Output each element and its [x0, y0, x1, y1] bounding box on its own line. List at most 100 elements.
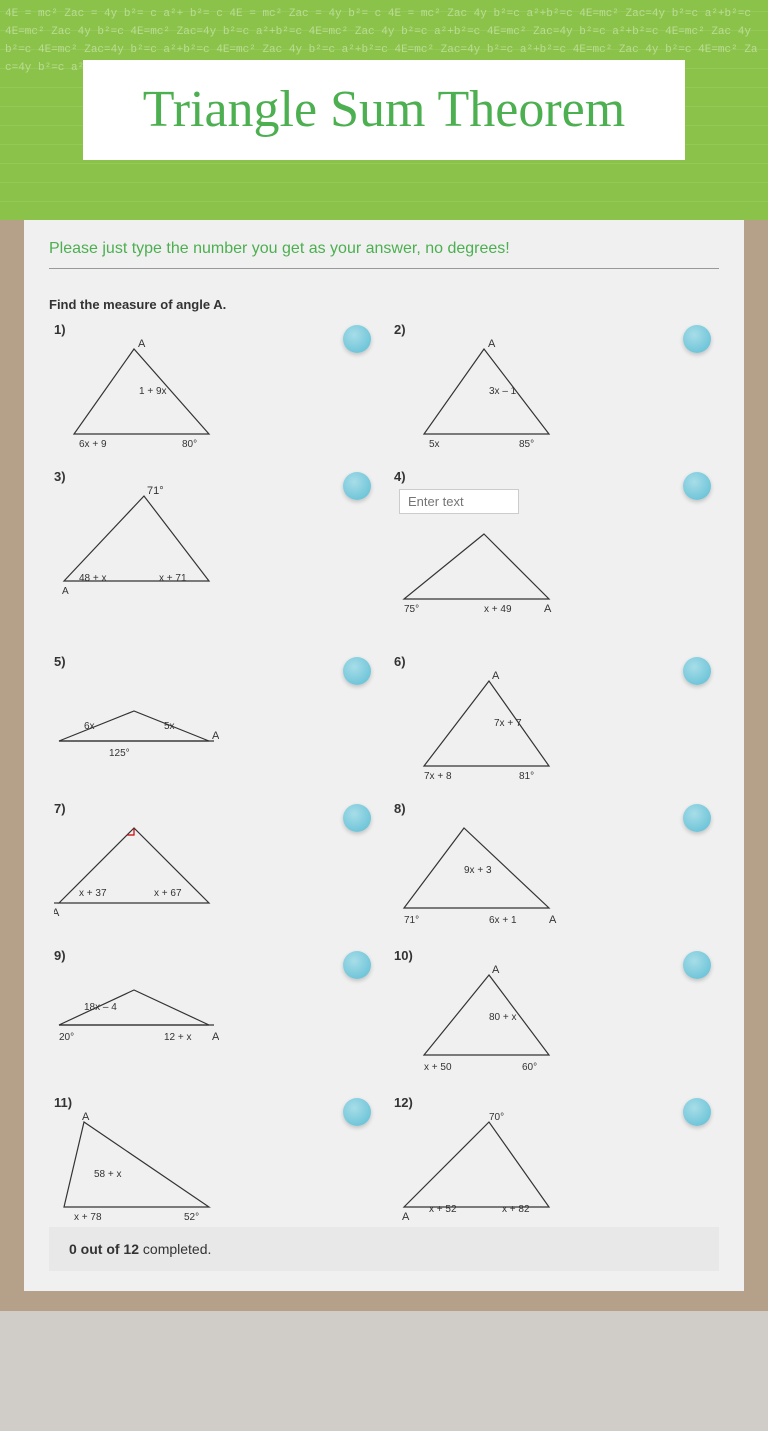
problem-7: 7) A x + 37 x + 67 [49, 796, 379, 933]
svg-text:6x + 1: 6x + 1 [489, 915, 517, 926]
problem-12-diagram: 70° A x + 52 x + 82 [394, 1112, 559, 1222]
problem-9: 9) A 18x – 4 20° 12 + x [49, 943, 379, 1080]
svg-text:18x – 4: 18x – 4 [84, 1002, 117, 1013]
bottom-area [0, 1311, 768, 1431]
problem-7-number: 7) [54, 801, 374, 816]
svg-text:70°: 70° [489, 1112, 504, 1123]
problem-2-diagram: A 3x – 1 5x 85° [394, 339, 554, 449]
svg-text:A: A [488, 339, 496, 350]
svg-text:60°: 60° [522, 1062, 537, 1073]
problem-3-diagram: 71° A 48 + x x + 71 [54, 486, 214, 596]
svg-text:125°: 125° [109, 748, 130, 759]
problem-1-diagram: A 1 + 9x 6x + 9 80° [54, 339, 214, 449]
svg-text:A: A [138, 339, 146, 350]
svg-text:71°: 71° [404, 915, 419, 926]
problem-10: 10) A 80 + x x + 50 60° [389, 943, 719, 1080]
svg-text:3x – 1: 3x – 1 [489, 386, 517, 397]
svg-text:80 + x: 80 + x [489, 1012, 517, 1023]
problem-9-diagram: A 18x – 4 20° 12 + x [54, 965, 219, 1055]
svg-text:A: A [402, 1211, 410, 1222]
problem-4-number: 4) [394, 469, 714, 484]
svg-text:x + 78: x + 78 [74, 1212, 102, 1222]
svg-text:52°: 52° [184, 1212, 199, 1222]
svg-text:6x + 9: 6x + 9 [79, 439, 107, 449]
svg-text:5x: 5x [429, 439, 440, 449]
svg-text:A: A [544, 603, 552, 615]
problem-1-answer-circle[interactable] [343, 325, 371, 353]
problem-12: 12) 70° A x + 52 x + 82 [389, 1090, 719, 1227]
svg-text:x + 50: x + 50 [424, 1062, 452, 1073]
svg-text:A: A [492, 671, 500, 682]
problems-grid: 1) A 1 + 9x 6x + 9 80° 2) A 3x – 1 5x 85… [49, 317, 719, 1227]
instructions-text: Please just type the number you get as y… [49, 240, 719, 258]
svg-text:7x + 8: 7x + 8 [424, 771, 452, 781]
problem-8-answer-circle[interactable] [683, 804, 711, 832]
page-title: Triangle Sum Theorem [143, 80, 625, 140]
problem-11: 11) A 58 + x x + 78 52° [49, 1090, 379, 1227]
svg-text:71°: 71° [147, 486, 164, 497]
svg-text:80°: 80° [182, 439, 197, 449]
problem-12-answer-circle[interactable] [683, 1098, 711, 1126]
svg-text:x + 82: x + 82 [502, 1204, 530, 1215]
problem-6-number: 6) [394, 654, 714, 669]
problem-6: 6) A 7x + 7 7x + 8 81° [389, 649, 719, 786]
progress-section: 0 out of 12 completed. [49, 1227, 719, 1271]
problem-8-number: 8) [394, 801, 714, 816]
svg-text:85°: 85° [519, 439, 534, 449]
svg-text:1 + 9x: 1 + 9x [139, 386, 167, 397]
problem-5-diagram: A 6x 5x 125° [54, 671, 219, 781]
problem-3-answer-circle[interactable] [343, 472, 371, 500]
svg-text:A: A [82, 1112, 90, 1123]
math-background: Triangle Sum Theorem [0, 0, 768, 220]
problem-6-answer-circle[interactable] [683, 657, 711, 685]
svg-text:A: A [212, 1031, 219, 1043]
main-content: Please just type the number you get as y… [24, 220, 744, 1291]
problem-1-number: 1) [54, 322, 374, 337]
svg-text:x + 37: x + 37 [79, 888, 107, 899]
find-label: Find the measure of angle A. [49, 297, 719, 312]
problem-10-diagram: A 80 + x x + 50 60° [394, 965, 554, 1075]
problem-8-diagram: 9x + 3 71° 6x + 1 A [394, 818, 559, 928]
problem-5-number: 5) [54, 654, 374, 669]
problem-5-answer-circle[interactable] [343, 657, 371, 685]
problem-10-answer-circle[interactable] [683, 951, 711, 979]
svg-text:81°: 81° [519, 771, 534, 781]
problem-8: 8) 9x + 3 71° 6x + 1 A [389, 796, 719, 933]
problem-11-number: 11) [54, 1095, 374, 1110]
problem-7-answer-circle[interactable] [343, 804, 371, 832]
problem-7-diagram: A x + 37 x + 67 [54, 818, 219, 928]
svg-text:A: A [54, 907, 60, 919]
title-box: Triangle Sum Theorem [83, 60, 685, 160]
problem-2-answer-circle[interactable] [683, 325, 711, 353]
svg-text:75°: 75° [404, 604, 419, 615]
svg-text:20°: 20° [59, 1032, 74, 1043]
problem-12-number: 12) [394, 1095, 714, 1110]
problem-4-diagram: 75° x + 49 A [394, 524, 554, 634]
divider [49, 268, 719, 269]
svg-text:A: A [62, 586, 69, 596]
problem-4: 4) 75° x + 49 A [389, 464, 719, 639]
problem-4-input[interactable] [399, 489, 519, 514]
problem-3: 3) 71° A 48 + x x + 71 [49, 464, 379, 639]
svg-text:A: A [212, 730, 219, 742]
problem-1: 1) A 1 + 9x 6x + 9 80° [49, 317, 379, 454]
svg-text:9x + 3: 9x + 3 [464, 865, 492, 876]
problem-10-number: 10) [394, 948, 714, 963]
svg-text:7x + 7: 7x + 7 [494, 718, 522, 729]
svg-text:x + 71: x + 71 [159, 573, 187, 584]
problem-9-answer-circle[interactable] [343, 951, 371, 979]
problem-5: 5) A 6x 5x 125° [49, 649, 379, 786]
svg-text:x + 67: x + 67 [154, 888, 182, 899]
problem-6-diagram: A 7x + 7 7x + 8 81° [394, 671, 554, 781]
problem-9-number: 9) [54, 948, 374, 963]
problem-4-answer-circle[interactable] [683, 472, 711, 500]
svg-text:A: A [549, 914, 557, 926]
progress-completed: 0 out of 12 completed. [69, 1241, 211, 1257]
svg-text:48 + x: 48 + x [79, 573, 107, 584]
svg-text:A: A [492, 965, 500, 976]
svg-text:6x: 6x [84, 721, 95, 732]
problem-11-answer-circle[interactable] [343, 1098, 371, 1126]
svg-text:5x: 5x [164, 721, 175, 732]
header-section: Triangle Sum Theorem [0, 0, 768, 220]
svg-text:58 + x: 58 + x [94, 1169, 122, 1180]
